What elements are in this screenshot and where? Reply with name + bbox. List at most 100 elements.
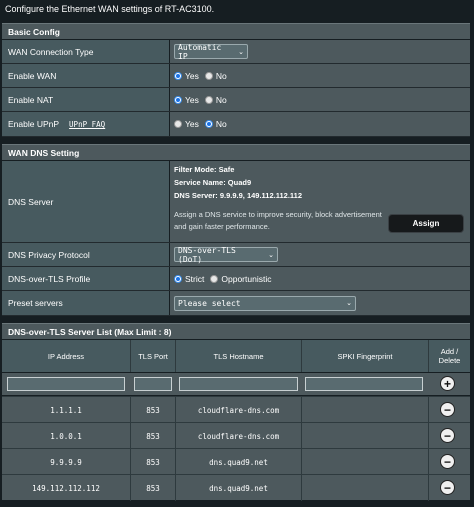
preset-servers-label: Preset servers [2,291,169,315]
column-tls-hostname: TLS Hostname [176,340,302,372]
wan-connection-type-value: Automatic IP [178,42,222,61]
dot-profile-row: DNS-over-TLS Profile Strict Opportunisti… [2,267,470,291]
preset-servers-value: Please select [178,298,241,308]
dns-privacy-protocol-label: DNS Privacy Protocol [2,243,169,266]
row-port: 853 [131,423,176,449]
wan-dns-title: WAN DNS Setting [8,148,80,158]
row-ip: 1.1.1.1 [2,397,131,423]
enable-wan-label: Enable WAN [2,64,169,87]
preset-servers-select[interactable]: Please select ⌄ [174,295,356,311]
row-port: 853 [131,475,176,501]
chevron-down-icon: ⌄ [268,250,274,259]
radio-unselected-icon [174,120,182,128]
dns-server-label: DNS Server [2,161,169,242]
enable-upnp-label-cell: Enable UPnP UPnP FAQ [2,112,169,136]
enable-wan-no[interactable]: No [204,70,227,81]
dot-list-title: DNS-over-TLS Server List (Max Limit : 8) [8,327,172,337]
wan-connection-type-row: WAN Connection Type Automatic IP ⌄ [2,40,470,64]
enable-nat-yes[interactable]: Yes [174,95,199,105]
spki-fingerprint-input[interactable] [305,377,423,391]
table-row: 1.1.1.1 853 cloudflare-dns.com − [2,396,470,423]
ip-address-input[interactable] [7,377,125,391]
dot-add-row: + [2,373,470,395]
dot-profile-strict-label: Strict [185,273,205,284]
tls-port-input[interactable] [134,377,172,391]
wan-dns-header: WAN DNS Setting [2,144,470,160]
row-port: 853 [131,397,176,423]
row-spki [302,449,429,475]
delete-server-button[interactable]: − [440,454,455,469]
row-hostname: dns.quad9.net [176,475,302,501]
column-add-delete: Add / Delete [438,347,461,365]
enable-upnp-yes[interactable]: Yes [174,119,199,129]
radio-selected-icon [174,274,182,283]
enable-upnp-row: Enable UPnP UPnP FAQ Yes No [2,112,470,137]
preset-servers-row: Preset servers Please select ⌄ [2,291,470,316]
column-tls-port: TLS Port [131,340,176,372]
tls-hostname-input[interactable] [179,377,298,391]
dns-server-addresses: DNS Server: 9.9.9.9, 149.112.112.112 [174,191,303,200]
radio-selected-icon [174,95,182,104]
row-spki [302,423,429,449]
row-spki [302,397,429,423]
table-row: 9.9.9.9 853 dns.quad9.net − [2,448,470,475]
enable-nat-no-label: No [215,94,227,105]
dns-privacy-protocol-select[interactable]: DNS-over-TLS (DoT) ⌄ [174,245,278,264]
enable-upnp-no[interactable]: No [204,119,227,129]
dot-profile-label: DNS-over-TLS Profile [2,267,169,290]
row-ip: 149.112.112.112 [2,475,131,501]
dot-profile-strict[interactable]: Strict [174,274,204,284]
column-ip-address: IP Address [2,340,131,372]
service-name: Service Name: Quad9 [174,178,252,187]
minus-icon: − [443,428,451,443]
enable-wan-yes-label: Yes [185,70,199,81]
radio-unselected-icon [204,71,213,80]
table-row: 149.112.112.112 853 dns.quad9.net − [2,474,470,501]
dot-list-header: DNS-over-TLS Server List (Max Limit : 8) [2,323,470,339]
row-port: 853 [131,449,176,475]
delete-server-button[interactable]: − [440,480,455,495]
radio-unselected-icon [210,274,219,283]
intro-text: Configure the Ethernet WAN settings of R… [5,4,215,14]
dot-list-column-headers: IP Address TLS Port TLS Hostname SPKI Fi… [2,340,470,372]
radio-selected-icon [174,71,182,80]
enable-nat-yes-label: Yes [185,94,199,105]
row-ip: 9.9.9.9 [2,449,131,475]
plus-icon: + [443,376,451,391]
basic-config-header: Basic Config [2,23,470,39]
enable-nat-no[interactable]: No [204,94,227,105]
radio-selected-icon [204,120,213,128]
wan-connection-type-label: WAN Connection Type [2,40,169,63]
upnp-faq-link[interactable]: UPnP FAQ [69,120,105,129]
dot-profile-opportunistic[interactable]: Opportunistic [210,274,271,284]
basic-config-title: Basic Config [8,27,60,37]
enable-upnp-no-label: No [215,119,227,129]
assign-button[interactable]: Assign [388,214,464,233]
radio-unselected-icon [204,95,213,104]
add-server-button[interactable]: + [440,376,455,391]
column-spki-fingerprint: SPKI Fingerprint [302,340,429,372]
dns-privacy-protocol-value: DNS-over-TLS (DoT) [178,245,236,264]
wan-connection-type-select[interactable]: Automatic IP ⌄ [174,42,248,61]
table-row: 1.0.0.1 853 cloudflare-dns.com − [2,422,470,449]
row-ip: 1.0.0.1 [2,423,131,449]
enable-wan-no-label: No [215,70,227,81]
chevron-down-icon: ⌄ [238,47,244,56]
enable-upnp-yes-label: Yes [185,119,199,129]
dot-profile-opportunistic-label: Opportunistic [221,273,272,284]
dns-server-row: DNS Server Filter Mode: Safe Service Nam… [2,161,470,243]
minus-icon: − [443,454,451,469]
delete-server-button[interactable]: − [440,428,455,443]
delete-server-button[interactable]: − [440,402,455,417]
minus-icon: − [443,402,451,417]
assign-description: Assign a DNS service to improve security… [174,210,382,231]
row-spki [302,475,429,501]
enable-nat-label: Enable NAT [2,88,169,111]
enable-upnp-label: Enable UPnP [8,119,60,129]
filter-mode: Filter Mode: Safe [174,165,235,174]
enable-wan-row: Enable WAN Yes No [2,64,470,88]
row-hostname: cloudflare-dns.com [176,397,302,423]
enable-wan-yes[interactable]: Yes [174,71,199,81]
row-hostname: dns.quad9.net [176,449,302,475]
chevron-down-icon: ⌄ [346,299,352,307]
